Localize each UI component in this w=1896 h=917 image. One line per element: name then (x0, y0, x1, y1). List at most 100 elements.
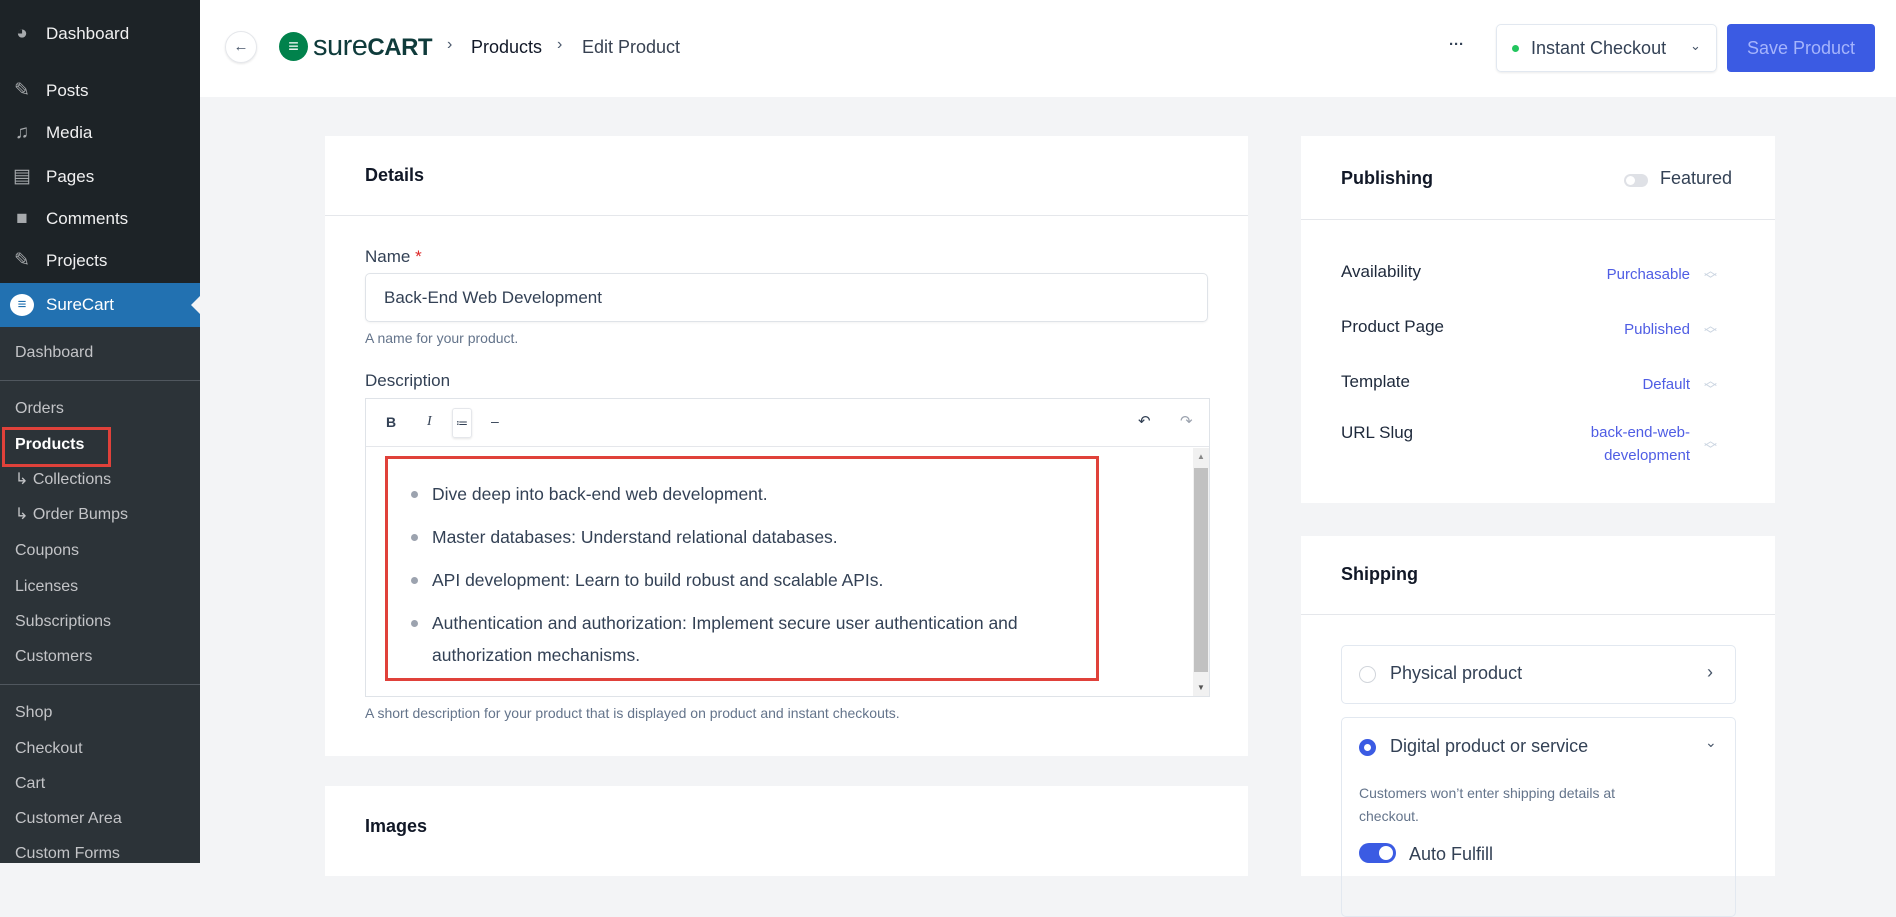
breadcrumb-edit-product: Edit Product (582, 37, 681, 57)
featured-label: Featured (1660, 168, 1733, 188)
card-title: Images (365, 816, 428, 836)
card-title: Details (365, 165, 425, 185)
menu-label: Projects (46, 251, 108, 270)
undo-button[interactable]: ↶ (1138, 412, 1151, 430)
submenu-collections[interactable]: ↳ Collections (15, 470, 111, 490)
menu-label: Pages (46, 167, 95, 186)
submenu-order-bumps[interactable]: ↳ Order Bumps (15, 505, 128, 525)
radio-unchecked[interactable] (1359, 666, 1376, 683)
radio-checked[interactable] (1359, 739, 1376, 756)
divider (1301, 614, 1775, 615)
submenu-cart[interactable]: Cart (15, 774, 45, 794)
availability-label: Availability (1341, 262, 1422, 281)
horizontal-rule-button[interactable]: – (491, 413, 499, 429)
submenu-customer-area[interactable]: Customer Area (15, 809, 122, 829)
menu-label: Dashboard (46, 24, 130, 43)
chevron-updown-icon: ︿ ﹀ (1703, 373, 1717, 397)
chevron-down-icon: ⌄ (1690, 38, 1701, 53)
description-help-text: A short description for your product tha… (365, 705, 900, 721)
featured-toggle[interactable] (1624, 174, 1648, 187)
submenu-dashboard[interactable]: Dashboard (15, 343, 93, 363)
chevron-updown-icon: ︿ ﹀ (1703, 318, 1717, 342)
highlight-box (2, 427, 111, 467)
template-select[interactable]: Default (1642, 373, 1690, 396)
url-slug-label: URL Slug (1341, 423, 1414, 442)
menu-dashboard[interactable]: ◕ Dashboard (0, 14, 200, 54)
surecart-icon: ≡ (10, 294, 34, 316)
scroll-up-icon[interactable]: ▲ (1197, 452, 1205, 461)
italic-button[interactable]: I (427, 414, 432, 430)
menu-pages[interactable]: ▤ Pages (0, 157, 200, 197)
divider (1301, 219, 1775, 220)
menu-label: Posts (46, 81, 89, 100)
template-label: Template (1341, 372, 1410, 391)
comment-icon: ■ (16, 208, 28, 229)
list-item: Authentication and authorization: Implem… (408, 607, 1058, 671)
submenu-coupons[interactable]: Coupons (15, 541, 79, 561)
status-dot (1512, 45, 1519, 52)
product-page-select[interactable]: Published (1624, 318, 1690, 341)
submenu-licenses[interactable]: Licenses (15, 577, 78, 597)
option-label: Physical product (1390, 663, 1523, 683)
label-text: Name (365, 247, 411, 266)
pin-icon: ✎ (14, 80, 30, 101)
chevron-updown-icon: ︿ ﹀ (1703, 433, 1717, 457)
submenu-custom-forms[interactable]: Custom Forms (15, 844, 120, 864)
menu-projects[interactable]: ✎ Projects (0, 241, 200, 281)
admin-sidebar: ◕ Dashboard ✎ Posts ♫ Media ▤ Pages ■ Comment… (0, 0, 200, 863)
scroll-down-icon[interactable]: ▼ (1197, 683, 1205, 692)
availability-select[interactable]: Purchasable (1607, 263, 1690, 286)
editor-scrollbar[interactable]: ▲ ▼ (1193, 448, 1209, 696)
card-title: Publishing (1341, 168, 1433, 188)
digital-product-option[interactable]: Digital product or service ⌄ Customers w… (1341, 717, 1736, 917)
bullet-list-button[interactable]: ≔ (452, 408, 472, 438)
pages-icon: ▤ (13, 166, 31, 187)
submenu-subscriptions[interactable]: Subscriptions (15, 612, 111, 632)
pin-icon: ✎ (14, 250, 30, 271)
submenu-orders[interactable]: Orders (15, 399, 64, 419)
breadcrumb-separator-icon: › (447, 36, 453, 53)
name-label: Name * (365, 247, 422, 267)
digital-help-text: Customers won’t enter shipping details a… (1359, 785, 1616, 824)
surecart-submenu: Dashboard Orders Products ↳ Collections … (0, 327, 200, 863)
editor-toolbar: B I ≔ – ↶ ↷ (366, 399, 1209, 447)
menu-comments[interactable]: ■ Comments (0, 199, 200, 239)
surecart-logo-icon: ≡ (279, 32, 308, 61)
submenu-customers[interactable]: Customers (15, 647, 92, 667)
divider (325, 215, 1248, 216)
redo-button[interactable]: ↷ (1180, 412, 1193, 430)
list-item: Dive deep into back-end web development. (408, 478, 1098, 510)
breadcrumb-products[interactable]: Products (471, 37, 542, 58)
menu-posts[interactable]: ✎ Posts (0, 71, 200, 111)
scrollbar-thumb[interactable] (1194, 468, 1208, 672)
top-header: ← ≡ sureCART › Products › Edit Product ·… (200, 0, 1896, 97)
menu-label: SureCart (46, 295, 115, 314)
dashboard-icon: ◕ (16, 23, 28, 44)
checkout-select[interactable]: Instant Checkout ⌄ (1496, 24, 1717, 72)
back-arrow-icon[interactable]: ← (225, 31, 257, 63)
url-slug-value[interactable]: back-end-web-development (1570, 421, 1690, 467)
menu-media[interactable]: ♫ Media (0, 113, 200, 153)
auto-fulfill-toggle[interactable] (1359, 843, 1396, 863)
menu-surecart[interactable]: ≡ SureCart (0, 283, 200, 327)
name-input[interactable]: Back-End Web Development (365, 273, 1208, 322)
description-label: Description (365, 371, 451, 390)
list-item: API development: Learn to build robust a… (408, 564, 1098, 596)
option-label: Digital product or service (1390, 736, 1589, 756)
bold-button[interactable]: B (386, 414, 396, 430)
required-marker: * (415, 247, 422, 266)
menu-label: Media (46, 123, 93, 142)
publishing-card: Publishing Featured Availability Purchas… (1301, 136, 1775, 503)
chevron-right-icon: › (1707, 662, 1713, 682)
physical-product-option[interactable]: Physical product › (1341, 645, 1736, 704)
checkout-select-label: Instant Checkout (1531, 38, 1667, 58)
submenu-shop[interactable]: Shop (15, 703, 52, 723)
logo-text: sure (313, 30, 368, 62)
media-icon: ♫ (14, 122, 30, 143)
more-options-button[interactable]: ··· (1449, 36, 1464, 53)
logo-text-bold: CART (367, 34, 433, 61)
description-bullet-list[interactable]: Dive deep into back-end web development.… (408, 478, 1098, 682)
save-product-button[interactable]: Save Product (1727, 24, 1875, 72)
submenu-checkout[interactable]: Checkout (15, 739, 83, 759)
card-title: Shipping (1341, 564, 1418, 584)
